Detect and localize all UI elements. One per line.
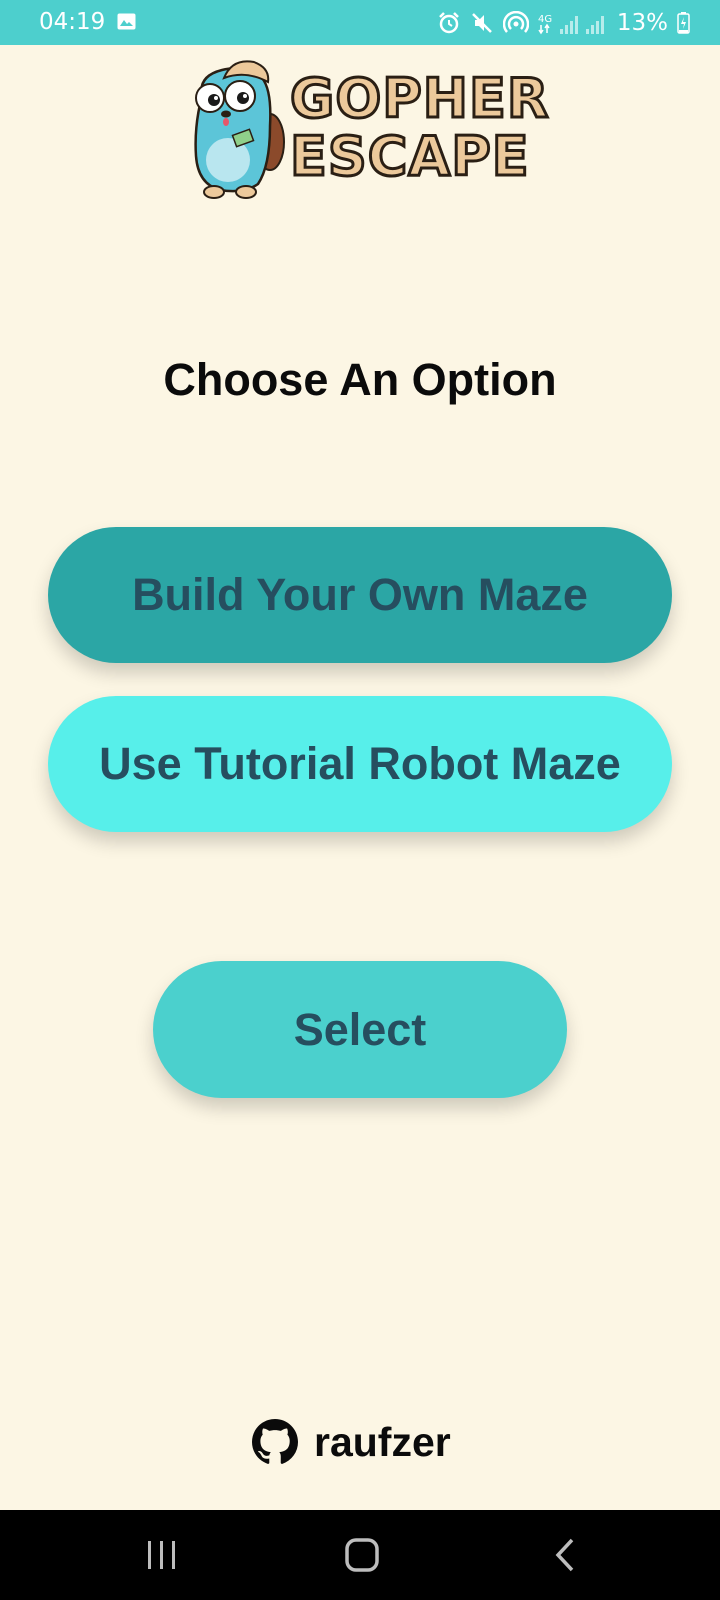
back-button[interactable] [540, 1530, 590, 1580]
github-icon [252, 1419, 298, 1464]
mute-icon [471, 13, 492, 33]
github-link[interactable]: raufzer [252, 1417, 451, 1467]
app-screen: 04:19 4G 13% GOPHER ESCAPE Choose An Opt… [0, 0, 720, 1600]
logo-title-line1: GOPHER [289, 67, 550, 130]
status-icons: 4G 13% [437, 8, 690, 38]
build-own-maze-button[interactable]: Build Your Own Maze [48, 527, 672, 663]
gopher-mascot-icon [194, 60, 285, 199]
hotspot-icon [502, 11, 529, 33]
signal-icon: 4G [538, 14, 604, 35]
home-icon [345, 1538, 379, 1572]
gallery-icon [117, 13, 136, 30]
back-icon [555, 1538, 574, 1572]
status-time: 04:19 [39, 9, 106, 35]
alarm-icon [438, 12, 459, 34]
recent-apps-button[interactable] [137, 1530, 187, 1580]
home-button[interactable] [337, 1530, 387, 1580]
app-logo: GOPHER ESCAPE [184, 56, 550, 202]
battery-charging-icon [677, 12, 690, 34]
system-nav-bar [0, 1510, 720, 1600]
page-title: Choose An Option [163, 354, 557, 405]
logo-title-line2: ESCAPE [289, 125, 531, 188]
logo-title: GOPHER ESCAPE [289, 67, 550, 188]
select-button[interactable]: Select [153, 961, 567, 1098]
github-username: raufzer [314, 1418, 451, 1465]
recent-apps-icon [148, 1541, 175, 1569]
battery-percent: 13% [616, 10, 668, 36]
tutorial-robot-maze-button[interactable]: Use Tutorial Robot Maze [48, 696, 672, 832]
status-bar: 04:19 4G 13% [0, 0, 720, 45]
svg-text:4G: 4G [538, 14, 552, 25]
